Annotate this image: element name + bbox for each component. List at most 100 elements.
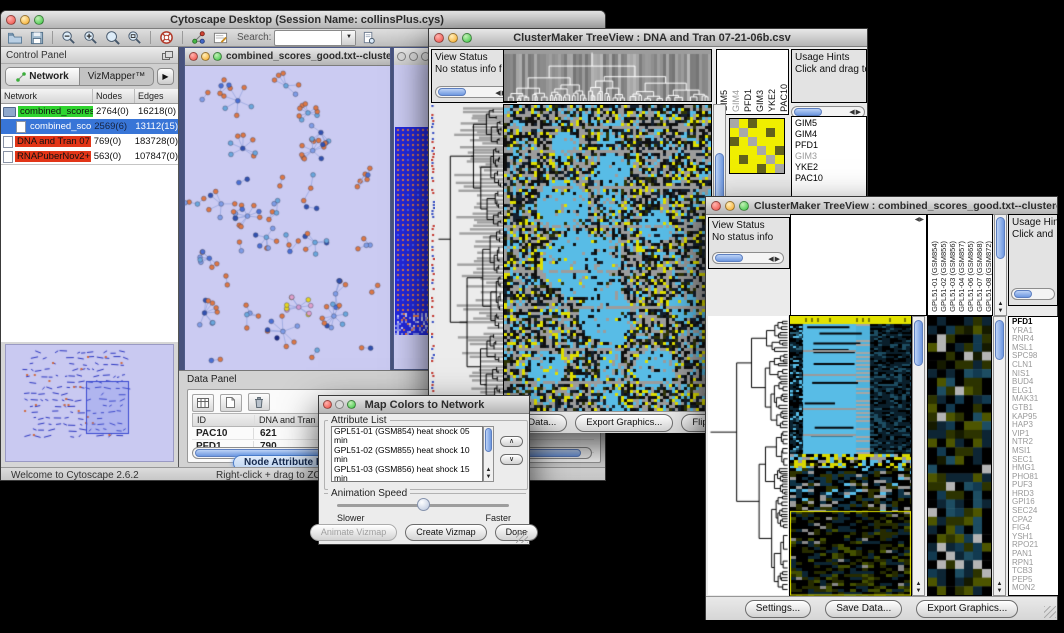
tab-vizmapper[interactable]: VizMapper™ [79,68,153,85]
tv2-heatmap[interactable] [789,315,912,597]
float-panel-icon[interactable] [162,51,173,60]
tv2-titlebar[interactable]: ClusterMaker TreeView : combined_scores_… [706,197,1057,215]
minimize-icon[interactable] [448,33,458,43]
column-header-edges[interactable]: Edges [135,89,178,103]
view-status-scrollbar[interactable]: ◀▶ [712,252,784,264]
chevron-down-icon[interactable]: ▼ [341,31,355,45]
dialog-titlebar[interactable]: Map Colors to Network [319,396,529,414]
network-tree-row[interactable]: combined_sco2569(6)13112(15) [1,119,178,134]
minimize-icon[interactable] [335,400,344,409]
settings-button[interactable]: Settings... [745,600,811,618]
scroll-arrows-icon[interactable]: ▲▼ [913,581,924,595]
delete-attribute-icon[interactable] [248,393,270,411]
zoom-icon[interactable] [462,33,472,43]
scroll-arrows-icon[interactable]: ▲▼ [994,581,1005,595]
search-combobox[interactable]: ▼ [274,30,356,46]
scrollbar-thumb[interactable] [715,254,743,262]
tv2-column-tree-area[interactable]: ◀▶ [790,214,927,316]
new-attribute-icon[interactable] [220,394,242,412]
tv1-row-dendrogram[interactable] [436,105,503,411]
attribute-list-item[interactable]: GPL51-03 (GSM856) heat shock 15 min [334,465,482,482]
zoom-in-icon[interactable] [81,30,100,45]
network-tree-row[interactable]: RNAPuberNov2+563(0)107847(0) [1,149,178,164]
view-status-scrollbar[interactable]: ◀▶ [435,86,511,98]
resize-grip[interactable] [1044,606,1056,618]
birdseye-view[interactable] [5,344,174,462]
tv1-column-dendrogram[interactable] [503,49,712,102]
tv1-mini-heatmap[interactable] [729,118,785,174]
zoom-icon[interactable] [34,15,44,25]
scrollbar-thumb[interactable] [1014,290,1032,298]
tab-network[interactable]: Network [6,68,79,85]
network-view-canvas[interactable] [185,66,390,370]
scroll-arrows-icon[interactable]: ◀▶ [768,254,781,266]
open-session-icon[interactable] [5,30,24,45]
network-view-window[interactable]: combined_scores_good.txt--cluste... [184,47,391,370]
close-icon[interactable] [711,201,721,211]
tv1-titlebar[interactable]: ClusterMaker TreeView : DNA and Tran 07-… [429,29,867,47]
export-graphics-button[interactable]: Export Graphics... [916,600,1018,618]
tv2-heat-scrollbar[interactable]: ▲▼ [912,316,925,596]
close-icon[interactable] [6,15,16,25]
scrollbar-thumb[interactable] [438,88,466,96]
scroll-arrows-icon[interactable]: ▲▼ [995,301,1006,315]
main-titlebar[interactable]: Cytoscape Desktop (Session Name: collins… [1,11,605,29]
zoom-icon[interactable] [213,52,222,61]
attribute-list-scrollbar[interactable]: ▲▼ [483,426,494,482]
minimize-icon[interactable] [725,201,735,211]
scrollbar-thumb[interactable] [794,108,822,116]
zoom-fit-icon[interactable] [125,30,144,45]
scrollbar-thumb[interactable] [995,320,1004,360]
network-overview-icon[interactable] [189,30,208,45]
network-view-2-titlebar[interactable] [394,48,432,66]
tv2-zoom-heatmap[interactable] [927,316,992,596]
zoom-icon[interactable] [739,201,749,211]
tab-overflow-button[interactable]: ▶ [157,68,174,85]
tv2-zoom-scrollbar[interactable]: ▲▼ [993,316,1006,596]
minimize-icon[interactable] [409,52,418,61]
column-header-network[interactable]: Network [1,89,93,103]
network-tree-row[interactable]: combined_scores2764(0)16218(0) [1,104,178,119]
help-icon[interactable] [157,30,176,45]
zoom-icon[interactable] [347,400,356,409]
search-config-icon[interactable] [359,30,378,45]
save-data-button[interactable]: Save Data... [825,600,902,618]
tv1-heatmap[interactable] [503,104,712,412]
scrollbar-thumb[interactable] [914,320,923,366]
export-graphics-button[interactable]: Export Graphics... [575,414,673,432]
minimize-icon[interactable] [201,52,210,61]
zoom-out-icon[interactable] [59,30,78,45]
attribute-list-item[interactable]: GPL51-01 (GSM854) heat shock 05 min [334,427,482,446]
close-icon[interactable] [397,52,406,61]
move-down-button[interactable]: ∨ [500,454,523,465]
tv2-row-dendrogram[interactable] [708,316,788,595]
column-header-id[interactable]: ID [193,415,255,425]
create-vizmap-button[interactable]: Create Vizmap [405,524,486,541]
usage-hints-scrollbar[interactable] [1011,288,1055,300]
animation-slider-thumb[interactable] [417,498,430,511]
search-input[interactable] [276,31,340,45]
close-icon[interactable] [189,52,198,61]
scrollbar-thumb[interactable] [485,428,492,452]
select-attributes-icon[interactable] [192,394,214,412]
zoom-selected-icon[interactable] [103,30,122,45]
tv2-labels-scrollbar[interactable]: ▲▼ [994,214,1007,316]
scrollbar-thumb[interactable] [996,217,1005,259]
animate-vizmap-button[interactable]: Animate Vizmap [310,524,397,541]
close-icon[interactable] [434,33,444,43]
attribute-list-item[interactable]: GPL51-02 (GSM855) heat shock 10 min [334,446,482,465]
network-view-2-canvas[interactable] [395,127,431,335]
network-tree-row[interactable]: DNA and Tran 07769(0)183728(0) [1,134,178,149]
minimize-icon[interactable] [20,15,30,25]
column-header-nodes[interactable]: Nodes [93,89,135,103]
network-view-window-2[interactable] [393,47,433,370]
scroll-arrows-icon[interactable]: ▲▼ [484,467,493,481]
resize-grip[interactable] [516,531,528,543]
save-session-icon[interactable] [27,30,46,45]
attribute-list[interactable]: GPL51-01 (GSM854) heat shock 05 minGPL51… [331,426,483,482]
network-view-titlebar[interactable]: combined_scores_good.txt--cluste... [185,48,390,66]
birdseye-canvas[interactable] [6,345,172,459]
close-icon[interactable] [323,400,332,409]
scroll-arrows-icon[interactable]: ◀▶ [915,216,924,223]
scroll-arrows-icon[interactable]: ◀▶ [849,108,862,116]
